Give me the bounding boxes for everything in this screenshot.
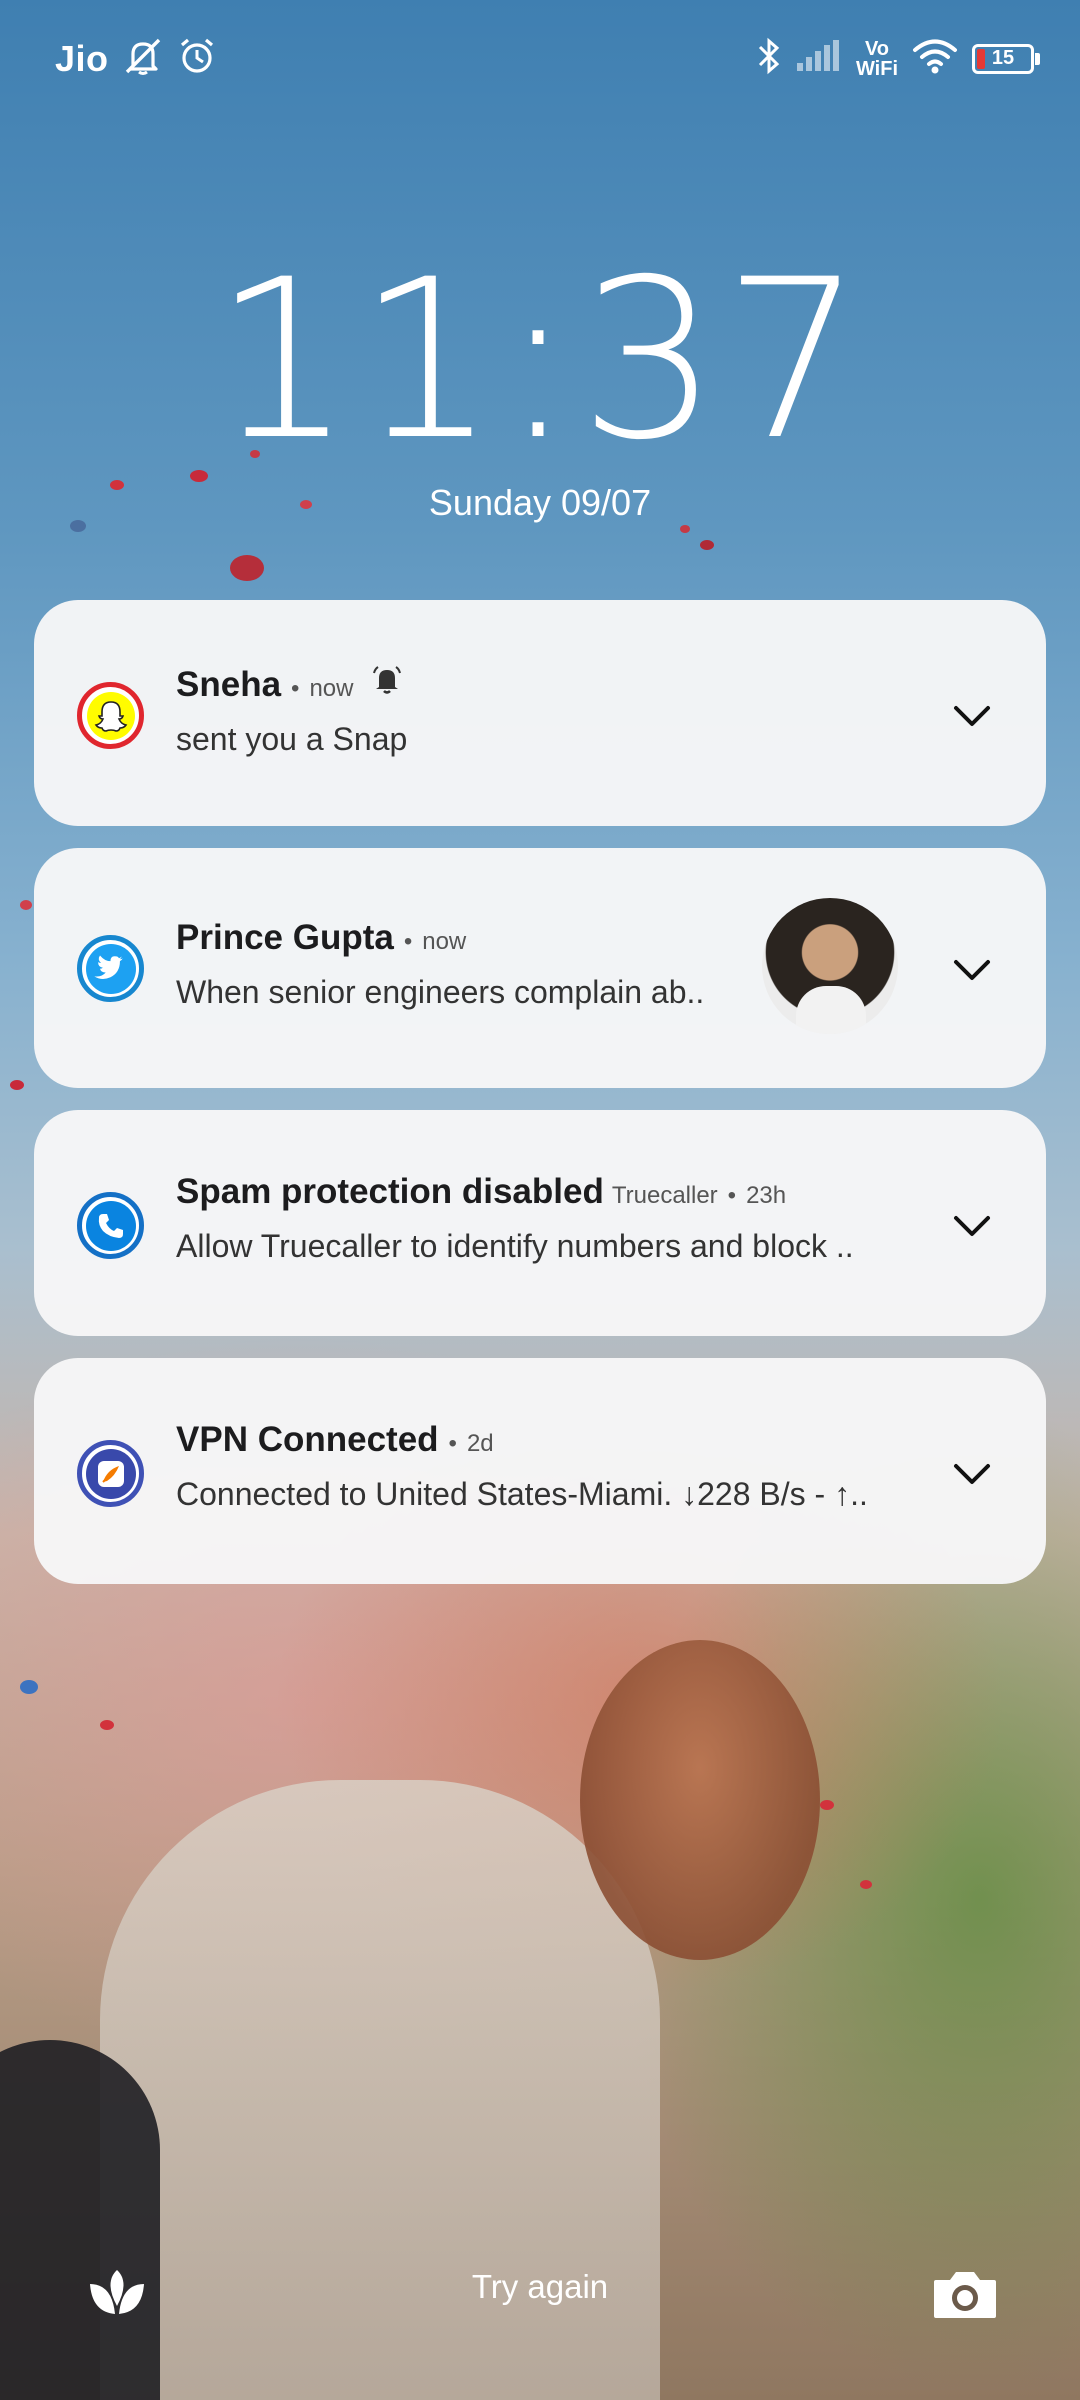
camera-shortcut-button[interactable]: [930, 2262, 1000, 2328]
signal-icon: [796, 39, 842, 78]
wallpaper-shadow: [0, 2040, 160, 2400]
status-bar-right: Vo WiFi 15: [756, 36, 1040, 81]
lockscreen-date: Sunday 09/07: [428, 482, 652, 523]
bluetooth-icon: [756, 36, 782, 81]
vowifi-bottom: WiFi: [855, 57, 898, 80]
battery-level: 15: [991, 47, 1015, 69]
separator-dot: •: [448, 1430, 457, 1457]
expand-button[interactable]: [950, 1204, 994, 1248]
wallpaper-figure: [100, 1780, 660, 2400]
notification-header: Sneha • now: [176, 664, 926, 705]
separator-dot: •: [727, 1182, 737, 1209]
separator-dot: •: [403, 928, 413, 955]
notification-body: Allow Truecaller to identify numbers and…: [176, 1228, 854, 1264]
notification-body: Connected to United States-Miami. ↓228 B…: [176, 1476, 868, 1512]
notification-body: sent you a Snap: [176, 721, 408, 757]
battery-body: 15: [972, 43, 1034, 74]
unlock-hint-text: Try again: [471, 2268, 609, 2305]
battery-fill: [977, 48, 985, 69]
vowifi-indicator: Vo WiFi: [856, 39, 898, 79]
notification-header: VPN Connected • 2d: [176, 1420, 926, 1460]
notification-header: Prince Gupta • now: [176, 918, 716, 958]
status-bar: Jio Vo WiFi 15: [0, 0, 1080, 120]
chevron-down-icon: [954, 1464, 990, 1484]
notification-time: 2d: [466, 1430, 494, 1457]
wifi-icon: [912, 37, 958, 80]
notification-source: Truecaller: [611, 1182, 718, 1209]
notification-title: VPN Connected: [176, 1420, 439, 1459]
notification-time: 23h: [746, 1182, 787, 1209]
expand-button[interactable]: [950, 694, 994, 738]
notification-content: VPN Connected • 2d Connected to United S…: [176, 1420, 926, 1513]
notification-title: Prince Gupta: [176, 918, 394, 957]
notification-content: Spam protection disabled Truecaller • 23…: [176, 1172, 926, 1265]
notification-content: Sneha • now sent you a Snap: [176, 664, 926, 758]
lockscreen-clock: 11:37: [212, 232, 867, 488]
notification-content: Prince Gupta • now When senior engineers…: [176, 918, 716, 1011]
notification-title: Sneha: [176, 665, 282, 704]
notification-card-truecaller[interactable]: Spam protection disabled Truecaller • 23…: [34, 1110, 1046, 1336]
mute-icon: [121, 36, 165, 81]
notification-header: Spam protection disabled Truecaller • 23…: [176, 1172, 926, 1212]
battery-icon: 15: [972, 43, 1040, 74]
separator-dot: •: [291, 675, 300, 702]
notification-title: Spam protection disabled: [176, 1172, 604, 1211]
vpn-icon: [77, 1440, 144, 1507]
wallpaper-hand: [580, 1640, 820, 1960]
notification-time: now: [309, 675, 354, 702]
chevron-down-icon: [954, 706, 990, 726]
sender-avatar: [762, 898, 898, 1034]
notification-card-snapchat[interactable]: Sneha • now sent you a Snap: [34, 600, 1046, 826]
chevron-down-icon: [954, 1216, 990, 1236]
expand-button[interactable]: [950, 1452, 994, 1496]
bell-icon: [371, 664, 403, 701]
truecaller-icon: [77, 1192, 144, 1259]
status-bar-left: Jio: [55, 36, 217, 81]
chevron-down-icon: [954, 960, 990, 980]
notification-body: When senior engineers complain ab..: [176, 974, 705, 1010]
snapchat-icon: [77, 682, 144, 749]
notification-time: now: [422, 928, 467, 955]
carrier-name: Jio: [55, 37, 109, 79]
vowifi-top: Vo: [864, 37, 890, 60]
alarm-icon: [177, 36, 217, 81]
expand-button[interactable]: [950, 948, 994, 992]
notification-card-twitter[interactable]: Prince Gupta • now When senior engineers…: [34, 848, 1046, 1088]
battery-tip: [1035, 52, 1040, 65]
twitter-icon: [77, 935, 144, 1002]
notification-card-vpn[interactable]: VPN Connected • 2d Connected to United S…: [34, 1358, 1046, 1584]
camera-icon: [934, 2272, 996, 2318]
